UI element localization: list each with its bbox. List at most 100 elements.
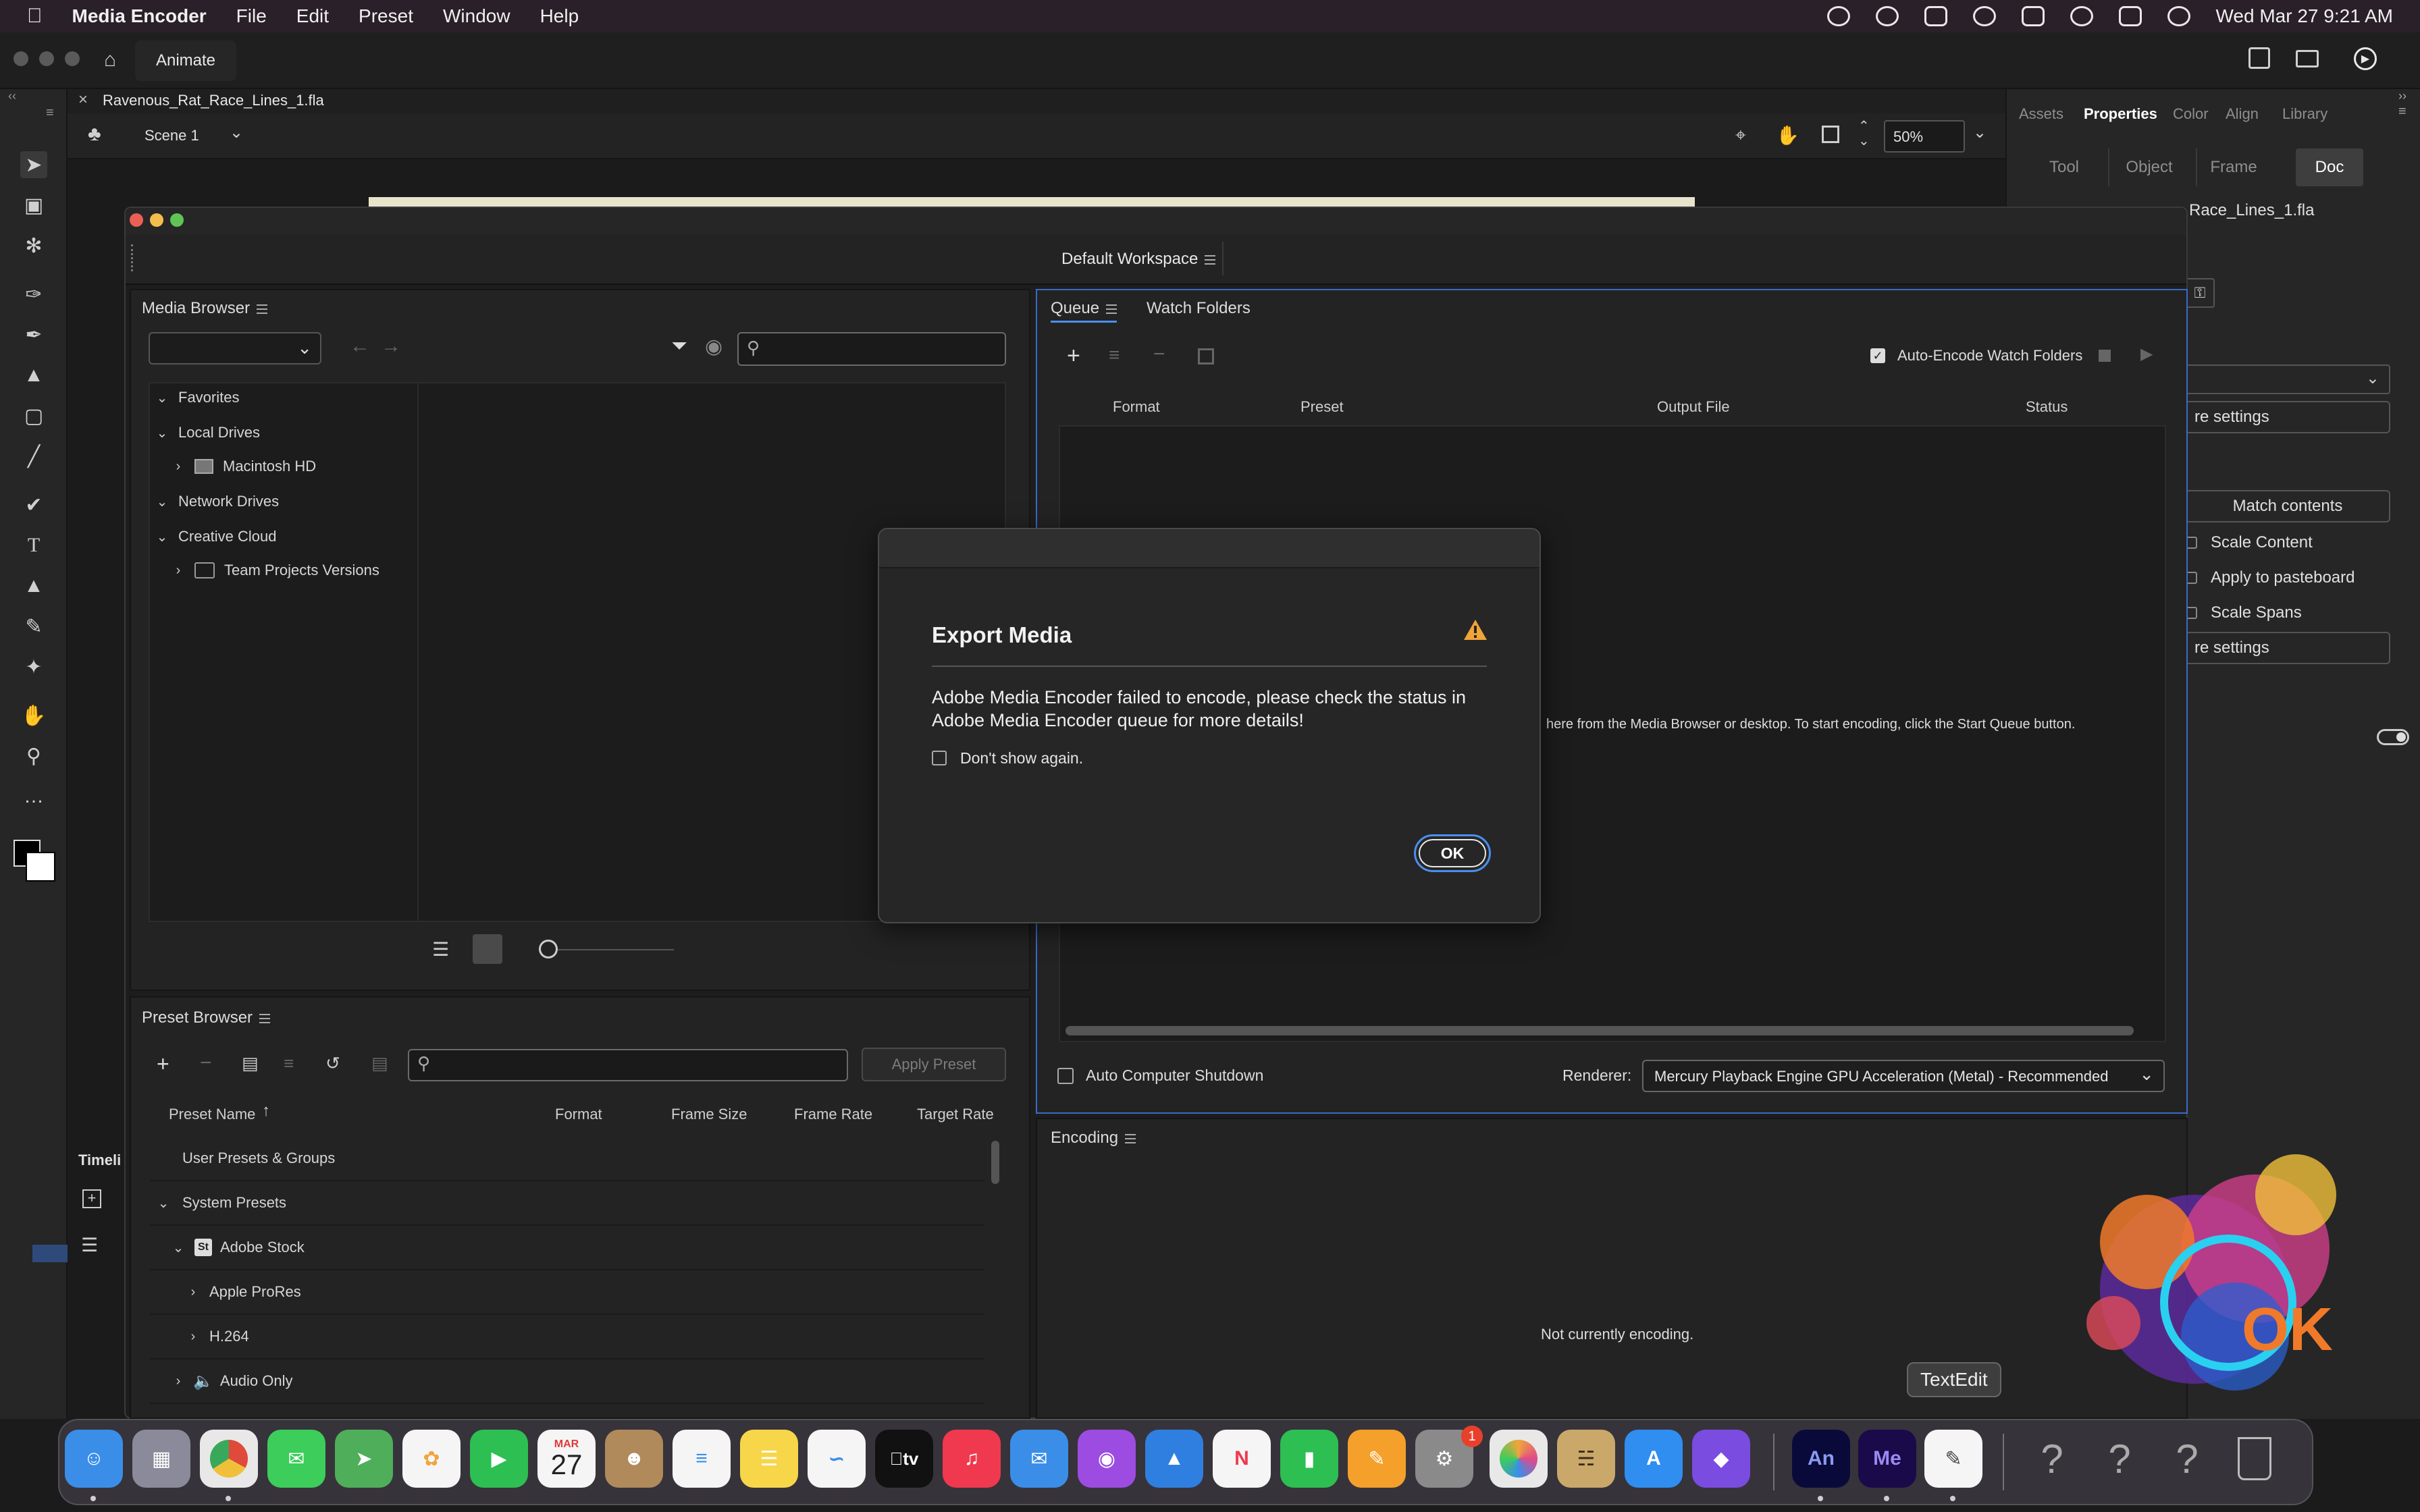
tab-color[interactable]: Color: [2173, 105, 2209, 123]
line-tool-icon[interactable]: ╱: [20, 443, 47, 470]
fill-color-swatch[interactable]: [26, 852, 55, 882]
home-icon[interactable]: ⌂: [104, 49, 116, 72]
forward-arrow-icon[interactable]: →: [381, 335, 401, 358]
tab-properties[interactable]: Properties: [2084, 105, 2157, 123]
free-transform-tool-icon[interactable]: ▣: [20, 192, 47, 219]
facetime-icon[interactable]: ▶: [470, 1430, 528, 1488]
creative-cloud-icon[interactable]: [1826, 6, 1850, 26]
chevron-down-icon[interactable]: ⌄: [155, 425, 169, 441]
news-icon[interactable]: N: [1213, 1430, 1271, 1488]
list-view-icon[interactable]: ☰: [432, 938, 449, 961]
preset-scrollbar[interactable]: [991, 1141, 999, 1184]
queue-menu-icon[interactable]: [1106, 304, 1117, 314]
dropdown-field[interactable]: ⌄: [2185, 364, 2390, 394]
chevron-down-icon[interactable]: ⌄: [155, 389, 169, 406]
eyedropper-tool-icon[interactable]: ✎: [20, 613, 47, 640]
menu-edit[interactable]: Edit: [296, 5, 329, 27]
auto-shutdown-checkbox[interactable]: [1057, 1068, 1074, 1084]
location-dropdown[interactable]: ⌄: [149, 332, 321, 364]
clip-icon[interactable]: [1822, 126, 1839, 143]
new-group-icon[interactable]: ▤: [242, 1053, 259, 1074]
preset-row[interactable]: › Apple ProRes: [150, 1270, 984, 1315]
freeform-icon[interactable]: ∽: [808, 1430, 866, 1488]
menu-preset[interactable]: Preset: [359, 5, 413, 27]
tab-assets[interactable]: Assets: [2019, 105, 2063, 123]
media-browser-splitter[interactable]: [417, 382, 419, 922]
window-close-button[interactable]: [14, 51, 28, 66]
media-browser-title[interactable]: Media Browser: [142, 299, 268, 318]
menu-app-name[interactable]: Media Encoder: [72, 5, 207, 27]
numbers-icon[interactable]: ▮: [1280, 1430, 1338, 1488]
pen-tool-icon[interactable]: ✔: [20, 491, 47, 518]
chevron-right-icon[interactable]: ›: [186, 1285, 200, 1300]
close-doc-icon[interactable]: ×: [78, 90, 88, 109]
col-status[interactable]: Status: [2026, 398, 2068, 416]
preset-row[interactable]: › 🔈 Audio Only: [150, 1359, 984, 1404]
toolbox-menu-icon[interactable]: ≡: [46, 105, 54, 121]
subtab-tool[interactable]: Tool: [2027, 148, 2101, 186]
brush-tool-icon[interactable]: ✑: [20, 281, 47, 308]
share-icon[interactable]: [2248, 47, 2270, 69]
chevron-right-icon[interactable]: ›: [186, 1329, 200, 1345]
text-tool-icon[interactable]: T: [20, 532, 47, 559]
apply-pasteboard-check[interactable]: Apply to pasteboard: [2185, 568, 2355, 587]
paint-brush-tool-icon[interactable]: ✒: [20, 321, 47, 348]
menu-clock[interactable]: Wed Mar 27 9:21 AM: [2216, 5, 2394, 27]
panel-expand-icon[interactable]: ››: [2398, 89, 2406, 103]
queue-scrollbar[interactable]: [1066, 1026, 2134, 1035]
keynote-icon[interactable]: ▲: [1145, 1430, 1203, 1488]
maps-icon[interactable]: ➤: [335, 1430, 393, 1488]
chevron-down-icon[interactable]: ⌄: [157, 1195, 170, 1212]
chevron-down-icon[interactable]: ⌄: [172, 1239, 185, 1256]
sketch-icon[interactable]: [1490, 1430, 1548, 1488]
back-arrow-icon[interactable]: ←: [350, 335, 370, 358]
col-format[interactable]: Format: [1113, 398, 1160, 416]
zoom-slider-handle[interactable]: [539, 940, 558, 959]
paint-bucket-tool-icon[interactable]: ▲: [20, 572, 47, 599]
me-minimize-button[interactable]: [150, 213, 163, 227]
preset-search-input[interactable]: ⚲: [408, 1049, 848, 1081]
icon-view-icon[interactable]: [473, 934, 502, 964]
chrome-icon[interactable]: [200, 1430, 258, 1488]
col-preset-name[interactable]: Preset Name: [169, 1106, 255, 1123]
export-preset-icon[interactable]: ▤: [371, 1053, 388, 1074]
col-frame-size[interactable]: Frame Size: [671, 1106, 747, 1123]
window-zoom-button[interactable]: [65, 51, 80, 66]
podcasts-icon[interactable]: ◉: [1078, 1430, 1136, 1488]
scale-content-check[interactable]: Scale Content: [2185, 533, 2313, 552]
control-center-icon[interactable]: [2118, 6, 2142, 26]
ok-button[interactable]: OK: [1414, 834, 1491, 872]
workspace-menu-icon[interactable]: [1205, 254, 1216, 265]
notes-icon[interactable]: ☰: [740, 1430, 798, 1488]
settings-sliders-icon[interactable]: ≡: [1109, 344, 1120, 366]
lasso-tool-icon[interactable]: ✻: [20, 232, 47, 259]
cat-app-icon[interactable]: ☵: [1557, 1430, 1615, 1488]
search-icon[interactable]: [2070, 6, 2093, 26]
apple-icon[interactable]: : [27, 5, 43, 28]
appletv-icon[interactable]: tv: [875, 1430, 933, 1488]
scale-spans-check[interactable]: Scale Spans: [2185, 603, 2302, 622]
scene-dropdown-icon[interactable]: ⌄: [230, 123, 243, 142]
appstore-icon[interactable]: A: [1625, 1430, 1683, 1488]
filter-icon[interactable]: ⏷: [671, 335, 687, 358]
textedit-icon[interactable]: ✎: [1924, 1430, 1982, 1488]
airdrop-icon[interactable]: [1972, 6, 1996, 26]
new-preset-icon[interactable]: +: [157, 1052, 169, 1077]
preset-row[interactable]: User Presets & Groups: [150, 1137, 984, 1181]
selection-tool-icon[interactable]: ➤: [20, 151, 47, 178]
remove-preset-icon[interactable]: −: [200, 1052, 212, 1075]
dont-show-checkbox[interactable]: [932, 751, 947, 765]
col-target-rate[interactable]: Target Rate: [917, 1106, 994, 1123]
encoding-menu-icon[interactable]: [1125, 1133, 1136, 1143]
tab-watch-folders[interactable]: Watch Folders: [1147, 299, 1251, 318]
stop-icon[interactable]: [2099, 350, 2111, 362]
subtab-object[interactable]: Object: [2108, 148, 2189, 186]
photos-icon[interactable]: ✿: [402, 1430, 461, 1488]
layers-icon[interactable]: ☰: [81, 1234, 98, 1256]
media-encoder-icon[interactable]: Me: [1858, 1430, 1916, 1488]
timeline-label[interactable]: Timeli: [78, 1152, 121, 1169]
stage-canvas[interactable]: [369, 197, 1695, 207]
preset-row[interactable]: ⌄ System Presets: [150, 1181, 984, 1226]
siri-icon[interactable]: [2167, 6, 2190, 26]
subtab-frame[interactable]: Frame: [2196, 148, 2270, 186]
